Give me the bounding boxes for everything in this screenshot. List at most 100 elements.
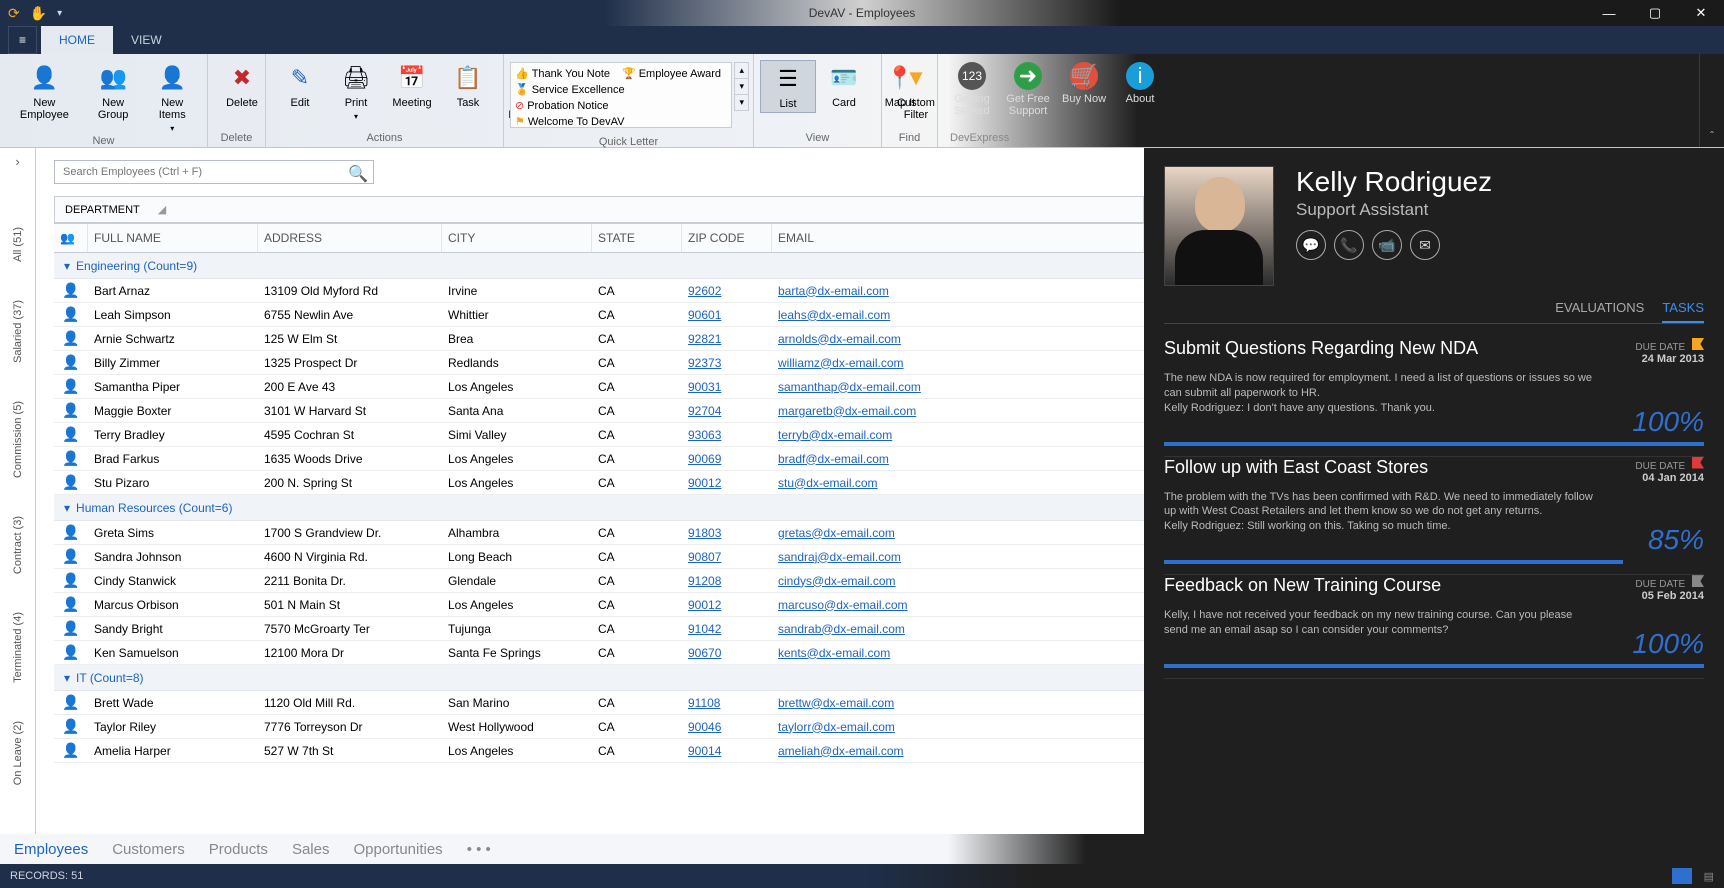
table-row[interactable]: 👤Leah Simpson6755 Newlin AveWhittierCA90… [54,303,1144,327]
task-item[interactable]: Follow up with East Coast StoresDUE DATE… [1164,457,1704,576]
tab-evaluations[interactable]: EVALUATIONS [1555,300,1644,323]
print-button[interactable]: 🖨Print▾ [328,60,384,123]
email-link[interactable]: brettw@dx-email.com [778,696,894,710]
table-row[interactable]: 👤Ken Samuelson12100 Mora DrSanta Fe Spri… [54,641,1144,665]
side-expand-button[interactable]: › [15,154,19,169]
buy-now-button[interactable]: 🛒Buy Now [1056,60,1112,107]
table-row[interactable]: 👤Sandra Johnson4600 N Virginia Rd.Long B… [54,545,1144,569]
email-link[interactable]: marcuso@dx-email.com [778,598,908,612]
gallery-expand-button[interactable]: ▾ [735,95,748,110]
zip-link[interactable]: 91042 [688,622,721,636]
custom-filter-button[interactable]: ▼Custom Filter [888,60,944,123]
email-link[interactable]: arnolds@dx-email.com [778,332,901,346]
nav-products[interactable]: Products [209,841,268,858]
table-row[interactable]: 👤Cindy Stanwick2211 Bonita Dr.GlendaleCA… [54,569,1144,593]
zip-link[interactable]: 92602 [688,284,721,298]
side-tab[interactable]: Commission (5) [12,395,24,484]
side-tab[interactable]: Terminated (4) [12,606,24,689]
table-row[interactable]: 👤Billy Zimmer1325 Prospect DrRedlandsCA9… [54,351,1144,375]
tab-tasks[interactable]: TASKS [1662,300,1704,323]
col-fullname[interactable]: FULL NAME [88,224,258,252]
zip-link[interactable]: 90046 [688,720,721,734]
col-city[interactable]: CITY [442,224,592,252]
task-item[interactable]: Feedback on New Training CourseDUE DATE … [1164,575,1704,679]
email-link[interactable]: margaretb@dx-email.com [778,404,916,418]
col-state[interactable]: STATE [592,224,682,252]
nav-sales[interactable]: Sales [292,841,330,858]
table-row[interactable]: 👤Greta Sims1700 S Grandview Dr.AlhambraC… [54,521,1144,545]
nav-customers[interactable]: Customers [112,841,185,858]
maximize-button[interactable]: ▢ [1632,0,1678,26]
email-link[interactable]: samanthap@dx-email.com [778,380,921,394]
col-zip[interactable]: ZIP CODE [682,224,772,252]
group-row[interactable]: ▾ Engineering (Count=9) [54,253,1144,279]
quick-letter-gallery[interactable]: 👍Thank You Note 🏆Employee Award 🏅Service… [510,62,732,128]
tab-view[interactable]: VIEW [113,26,180,54]
qat-dropdown-icon[interactable]: ▾ [57,8,62,19]
status-layout-icon-2[interactable]: ▤ [1704,870,1714,883]
email-link[interactable]: williamz@dx-email.com [778,356,904,370]
side-tab[interactable]: Contract (3) [12,510,24,580]
zip-link[interactable]: 92821 [688,332,721,346]
table-row[interactable]: 👤Stu Pizaro200 N. Spring StLos AngelesCA… [54,471,1144,495]
call-button[interactable]: 📞 [1334,230,1364,260]
table-row[interactable]: 👤Brad Farkus1635 Woods DriveLos AngelesC… [54,447,1144,471]
group-row[interactable]: ▾ IT (Count=8) [54,665,1144,691]
video-button[interactable]: 📹 [1372,230,1402,260]
zip-link[interactable]: 91803 [688,526,721,540]
task-item[interactable]: Submit Questions Regarding New NDADUE DA… [1164,338,1704,457]
gallery-up-button[interactable]: ▴ [735,63,748,79]
zip-link[interactable]: 91208 [688,574,721,588]
list-view-button[interactable]: ☰List [760,60,816,113]
zip-link[interactable]: 91108 [688,696,720,710]
delete-button[interactable]: ✖Delete [214,60,270,111]
col-email[interactable]: EMAIL [772,224,1144,252]
side-tab[interactable]: Salaried (37) [12,294,24,369]
qat-icon-1[interactable]: ⟳ [8,5,20,22]
table-row[interactable]: 👤Terry Bradley4595 Cochran StSimi Valley… [54,423,1144,447]
table-row[interactable]: 👤Sandy Bright7570 McGroarty TerTujungaCA… [54,617,1144,641]
email-link[interactable]: stu@dx-email.com [778,476,878,490]
email-link[interactable]: sandrab@dx-email.com [778,622,905,636]
col-address[interactable]: ADDRESS [258,224,442,252]
zip-link[interactable]: 93063 [688,428,721,442]
email-link[interactable]: bradf@dx-email.com [778,452,889,466]
email-link[interactable]: terryb@dx-email.com [778,428,892,442]
table-row[interactable]: 👤Taylor Riley7776 Torreyson DrWest Holly… [54,715,1144,739]
group-row[interactable]: ▾ Human Resources (Count=6) [54,495,1144,521]
edit-button[interactable]: ✎Edit [272,60,328,111]
zip-link[interactable]: 90601 [688,308,721,322]
table-row[interactable]: 👤Maggie Boxter3101 W Harvard StSanta Ana… [54,399,1144,423]
table-row[interactable]: 👤Brett Wade1120 Old Mill Rd.San MarinoCA… [54,691,1144,715]
email-link[interactable]: leahs@dx-email.com [778,308,890,322]
email-link[interactable]: taylorr@dx-email.com [778,720,895,734]
task-button[interactable]: 📋Task [440,60,496,111]
status-layout-icon-1[interactable] [1672,868,1692,884]
side-tab[interactable]: On Leave (2) [12,715,24,791]
qat-icon-2[interactable]: ✋ [30,5,47,22]
zip-link[interactable]: 92373 [688,356,721,370]
meeting-button[interactable]: 📅Meeting [384,60,440,111]
table-row[interactable]: 👤Arnie Schwartz125 W Elm StBreaCA92821ar… [54,327,1144,351]
zip-link[interactable]: 92704 [688,404,721,418]
email-link[interactable]: barta@dx-email.com [778,284,889,298]
search-input[interactable] [54,160,374,184]
zip-link[interactable]: 90014 [688,744,721,758]
email-link[interactable]: kents@dx-email.com [778,646,890,660]
email-link[interactable]: ameliah@dx-email.com [778,744,904,758]
nav-opportunities[interactable]: Opportunities [353,841,442,858]
search-icon[interactable]: 🔍 [348,164,368,184]
table-row[interactable]: 👤Bart Arnaz13109 Old Myford RdIrvineCA92… [54,279,1144,303]
new-employee-button[interactable]: 👤New Employee [6,60,83,123]
col-icon[interactable]: 👥 [54,224,88,252]
side-tab[interactable]: All (51) [12,221,24,268]
zip-link[interactable]: 90031 [688,380,721,394]
minimize-button[interactable]: — [1586,0,1632,26]
new-items-button[interactable]: 👤New Items▾ [144,60,202,135]
getting-started-button[interactable]: 123Getting Started [944,60,1000,119]
zip-link[interactable]: 90069 [688,452,721,466]
get-support-button[interactable]: ➜Get Free Support [1000,60,1056,119]
email-link[interactable]: sandraj@dx-email.com [778,550,901,564]
mail-button[interactable]: ✉ [1410,230,1440,260]
zip-link[interactable]: 90012 [688,598,721,612]
